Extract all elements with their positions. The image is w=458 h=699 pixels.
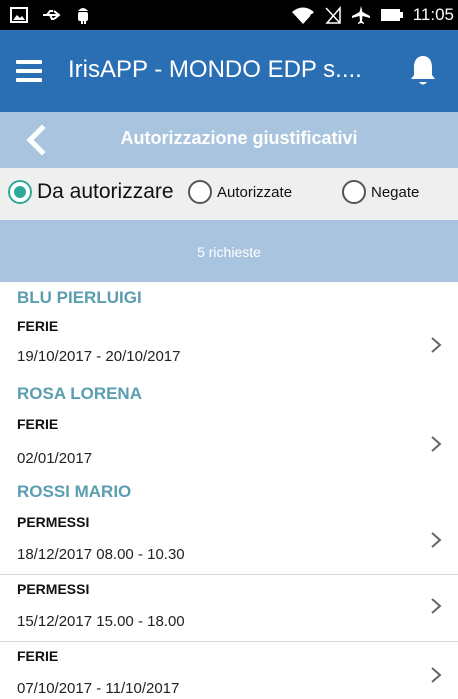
- request-type: PERMESSI: [17, 514, 90, 530]
- sub-header: Autorizzazione giustificativi: [0, 112, 458, 168]
- menu-icon[interactable]: [16, 60, 42, 82]
- usb-icon: [43, 10, 61, 20]
- wifi-icon: [291, 7, 314, 24]
- radio-empty-icon: [342, 180, 366, 204]
- request-dates: 19/10/2017 - 20/10/2017: [17, 348, 181, 365]
- airplane-icon: [351, 6, 370, 24]
- gallery-icon: [10, 7, 28, 23]
- employee-name: ROSA LORENA: [17, 384, 142, 403]
- request-item[interactable]: PERMESSI 18/12/2017 08.00 - 10.30: [0, 506, 458, 574]
- radio-empty-icon: [188, 180, 212, 204]
- request-dates: 02/01/2017: [17, 450, 93, 467]
- no-sim-icon: [325, 6, 341, 24]
- request-item[interactable]: FERIE 02/01/2017: [0, 408, 458, 480]
- request-type: FERIE: [17, 648, 59, 664]
- status-bar: 11:05: [0, 0, 458, 30]
- chevron-right-icon: [431, 667, 442, 683]
- chevron-right-icon: [431, 598, 442, 614]
- filter-autorizzate[interactable]: Autorizzate: [188, 180, 292, 204]
- request-item[interactable]: FERIE 07/10/2017 - 11/10/2017: [0, 642, 458, 699]
- request-type: FERIE: [17, 416, 59, 432]
- request-item[interactable]: PERMESSI 15/12/2017 15.00 - 18.00: [0, 575, 458, 641]
- request-item[interactable]: FERIE 19/10/2017 - 20/10/2017: [0, 312, 458, 384]
- chevron-right-icon: [431, 532, 442, 548]
- android-debug-icon: [78, 8, 88, 24]
- app-title: IrisAPP - MONDO EDP s....: [68, 56, 362, 83]
- chevron-right-icon: [431, 436, 442, 452]
- employee-name: ROSSI MARIO: [17, 482, 132, 501]
- request-type: FERIE: [17, 318, 59, 334]
- filter-da-autorizzare[interactable]: Da autorizzare: [8, 180, 174, 204]
- bell-icon[interactable]: [408, 54, 438, 88]
- filter-negate[interactable]: Negate: [342, 180, 419, 204]
- request-count: 5 richieste: [197, 244, 261, 260]
- app-bar: IrisAPP - MONDO EDP s....: [0, 30, 458, 112]
- radio-selected-icon: [8, 180, 32, 204]
- request-dates: 15/12/2017 15.00 - 18.00: [17, 613, 185, 630]
- request-dates: 18/12/2017 08.00 - 10.30: [17, 546, 185, 563]
- request-count-bar: 5 richieste: [0, 220, 458, 282]
- clock: 11:05: [412, 5, 454, 24]
- page-title: Autorizzazione giustificativi: [120, 128, 358, 148]
- status-filter: Da autorizzare Autorizzate Negate: [0, 168, 458, 220]
- request-dates: 07/10/2017 - 11/10/2017: [17, 680, 180, 697]
- chevron-right-icon: [431, 337, 442, 353]
- employee-name: BLU PIERLUIGI: [17, 288, 142, 307]
- battery-icon: [380, 9, 403, 21]
- request-type: PERMESSI: [17, 581, 90, 597]
